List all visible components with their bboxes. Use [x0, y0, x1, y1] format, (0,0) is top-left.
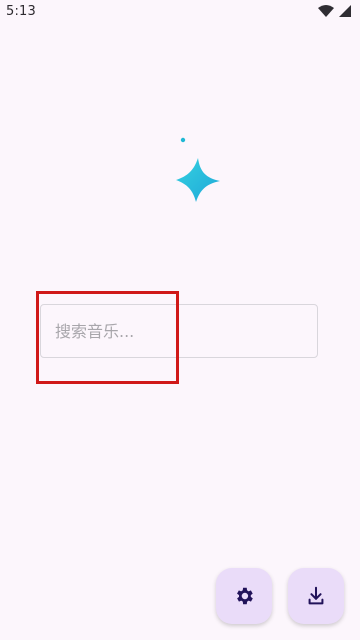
status-time: 5:13	[6, 4, 36, 19]
gear-icon	[237, 587, 253, 605]
search-input[interactable]	[40, 304, 318, 358]
download-icon	[308, 586, 324, 605]
wifi-icon	[318, 5, 334, 17]
settings-button[interactable]	[216, 568, 272, 624]
app-screen: 5:13	[0, 0, 360, 640]
download-button[interactable]	[288, 568, 344, 624]
sparkle-icon	[176, 137, 220, 202]
signal-icon	[339, 5, 351, 17]
app-logo	[164, 130, 228, 210]
status-bar: 5:13	[0, 0, 360, 24]
status-icons	[318, 4, 352, 18]
